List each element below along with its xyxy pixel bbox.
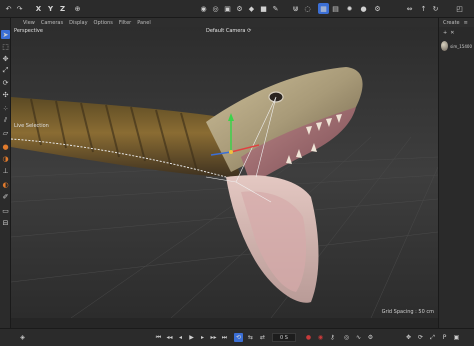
redo-icon[interactable]: ↷ [14, 3, 25, 14]
grid-spacing-label: Grid Spacing : 50 cm [381, 309, 434, 315]
polygons-mode-icon[interactable]: ▱ [1, 128, 10, 137]
snap-icon[interactable]: ◌ [302, 3, 313, 14]
record-icon[interactable]: ● [304, 333, 313, 342]
settings-icon[interactable]: ⚙ [372, 3, 383, 14]
object-name: sim_15400 [450, 43, 472, 49]
previous-frame-icon[interactable]: ◂ [176, 333, 185, 342]
close-icon[interactable]: ✕ [450, 30, 454, 36]
edges-mode-icon[interactable]: ⫽ [1, 116, 10, 125]
range-icon[interactable]: ⇆ [246, 333, 255, 342]
pla-track-icon[interactable]: ▣ [452, 333, 461, 342]
play-icon[interactable]: ▶ [187, 333, 196, 342]
rotate-view-icon[interactable]: ↻ [430, 3, 441, 14]
render-icon[interactable]: ● [358, 3, 369, 14]
menu-options[interactable]: Options [94, 20, 113, 26]
go-to-end-icon[interactable]: ⏭ [220, 333, 229, 342]
rotation-track-icon[interactable]: ⟳ [416, 333, 425, 342]
axis-mode-icon[interactable]: ⊥ [1, 166, 10, 175]
scale-icon[interactable]: ⤢ [1, 66, 10, 75]
layout-icon[interactable]: ▤ [330, 3, 341, 14]
rotate-icon[interactable]: ⟳ [1, 78, 10, 87]
live-selection-icon[interactable]: ⬚ [1, 42, 10, 51]
light-icon[interactable]: ✹ [344, 3, 355, 14]
autokey-icon[interactable]: ◉ [316, 333, 325, 342]
edit-render-settings-icon[interactable]: ⚙ [234, 3, 245, 14]
coordinate-system-icon[interactable]: ⊕ [72, 3, 83, 14]
axis-z-button[interactable]: Z [57, 3, 68, 14]
next-frame-icon[interactable]: ▸ [198, 333, 207, 342]
add-icon[interactable]: + [443, 30, 447, 36]
render-view-icon[interactable]: ◉ [198, 3, 209, 14]
move-icon[interactable]: ✥ [1, 54, 10, 63]
cube-icon[interactable]: ■ [258, 3, 269, 14]
frame-field[interactable]: 0 S [272, 333, 296, 342]
viewport-nav-icon[interactable]: ⇔ [404, 3, 415, 14]
sculpt-icon[interactable]: ◐ [1, 180, 10, 189]
locked-workplane-icon[interactable]: ⊟ [1, 218, 10, 227]
brush-icon[interactable]: ✐ [1, 192, 10, 201]
cinema4d-window: ↶ ↷ X Y Z ⊕ ◉ ◎ ▣ ⚙ ◆ ■ ✎ ⋓ ◌ ▦ ▤ ✹ ● ⚙ … [0, 0, 474, 346]
next-key-icon[interactable]: ▸▸ [209, 333, 218, 342]
menu-create[interactable]: Create [443, 20, 460, 26]
render-to-picture-viewer-icon[interactable]: ▣ [222, 3, 233, 14]
timeline-settings-icon[interactable]: ⚙ [366, 333, 375, 342]
object-manager-panel: Create ≡ + ✕ sim_15400 [438, 18, 474, 328]
scale-track-icon[interactable]: ⤢ [428, 333, 437, 342]
points-mode-icon[interactable]: ⁘ [1, 104, 10, 113]
texture-mode-icon[interactable]: ◑ [1, 154, 10, 163]
left-toolbar: ➤ ⬚ ✥ ⤢ ⟳ ✣ ⁘ ⫽ ▱ ● ◑ ⊥ ◐ ✐ ▭ ⊟ [0, 18, 11, 328]
previous-key-icon[interactable]: ◂◂ [165, 333, 174, 342]
axis-x-button[interactable]: X [33, 3, 44, 14]
keyframe-selection-icon[interactable]: ◎ [342, 333, 351, 342]
camera-label[interactable]: Default Camera ⟳ [206, 28, 251, 34]
loop-icon[interactable]: ⟲ [234, 333, 243, 342]
object-manager-menu: Create ≡ [439, 18, 474, 27]
param-track-icon[interactable]: P [440, 333, 449, 342]
go-to-start-icon[interactable]: ⏮ [154, 333, 163, 342]
3d-viewport[interactable]: Perspective Default Camera ⟳ Live Select… [11, 27, 438, 318]
render-region-icon[interactable]: ◎ [210, 3, 221, 14]
objects-mode-icon[interactable]: ◆ [246, 3, 257, 14]
top-toolbar: ↶ ↷ X Y Z ⊕ ◉ ◎ ▣ ⚙ ◆ ■ ✎ ⋓ ◌ ▦ ▤ ✹ ● ⚙ … [0, 0, 474, 18]
interpolation-icon[interactable]: ∿ [354, 333, 363, 342]
menu-display[interactable]: Display [69, 20, 87, 26]
menu-panel[interactable]: Panel [137, 20, 151, 26]
undo-icon[interactable]: ↶ [3, 3, 14, 14]
key-icon[interactable]: ⚷ [328, 333, 337, 342]
transform-icon[interactable]: ✣ [1, 90, 10, 99]
magnet-icon[interactable]: ⋓ [290, 3, 301, 14]
position-track-icon[interactable]: ✥ [404, 333, 413, 342]
panel-menu-icon[interactable]: ≡ [464, 20, 468, 26]
model-mode-icon[interactable]: ● [1, 142, 10, 151]
workplane-icon[interactable]: ▭ [1, 206, 10, 215]
object-list-item[interactable]: sim_15400 [439, 39, 474, 53]
ping-pong-icon[interactable]: ⇄ [258, 333, 267, 342]
axis-y-button[interactable]: Y [45, 3, 56, 14]
menu-cameras[interactable]: Cameras [41, 20, 63, 26]
material-thumbnail-icon [441, 41, 449, 51]
viewport-scene [11, 27, 438, 318]
menu-view[interactable]: View [23, 20, 35, 26]
zoom-icon[interactable]: ↑ [418, 3, 429, 14]
viewport-menu-bar: View Cameras Display Options Filter Pane… [11, 18, 438, 27]
select-arrow-icon[interactable]: ➤ [1, 30, 10, 39]
object-manager-tools: + ✕ [439, 27, 474, 39]
live-selection-label: Live Selection [14, 123, 49, 129]
pen-icon[interactable]: ✎ [270, 3, 281, 14]
keyframe-settings-icon[interactable]: ◈ [18, 333, 27, 342]
timeline-bar: ◈ ⏮ ◂◂ ◂ ▶ ▸ ▸▸ ⏭ ⟲ ⇆ ⇄ 0 S ● ◉ ⚷ ◎ ∿ ⚙ … [0, 328, 474, 346]
grid-view-icon[interactable]: ▦ [318, 3, 329, 14]
projection-label: Perspective [14, 28, 43, 34]
restore-icon[interactable]: ◰ [454, 3, 465, 14]
menu-filter[interactable]: Filter [119, 20, 131, 26]
